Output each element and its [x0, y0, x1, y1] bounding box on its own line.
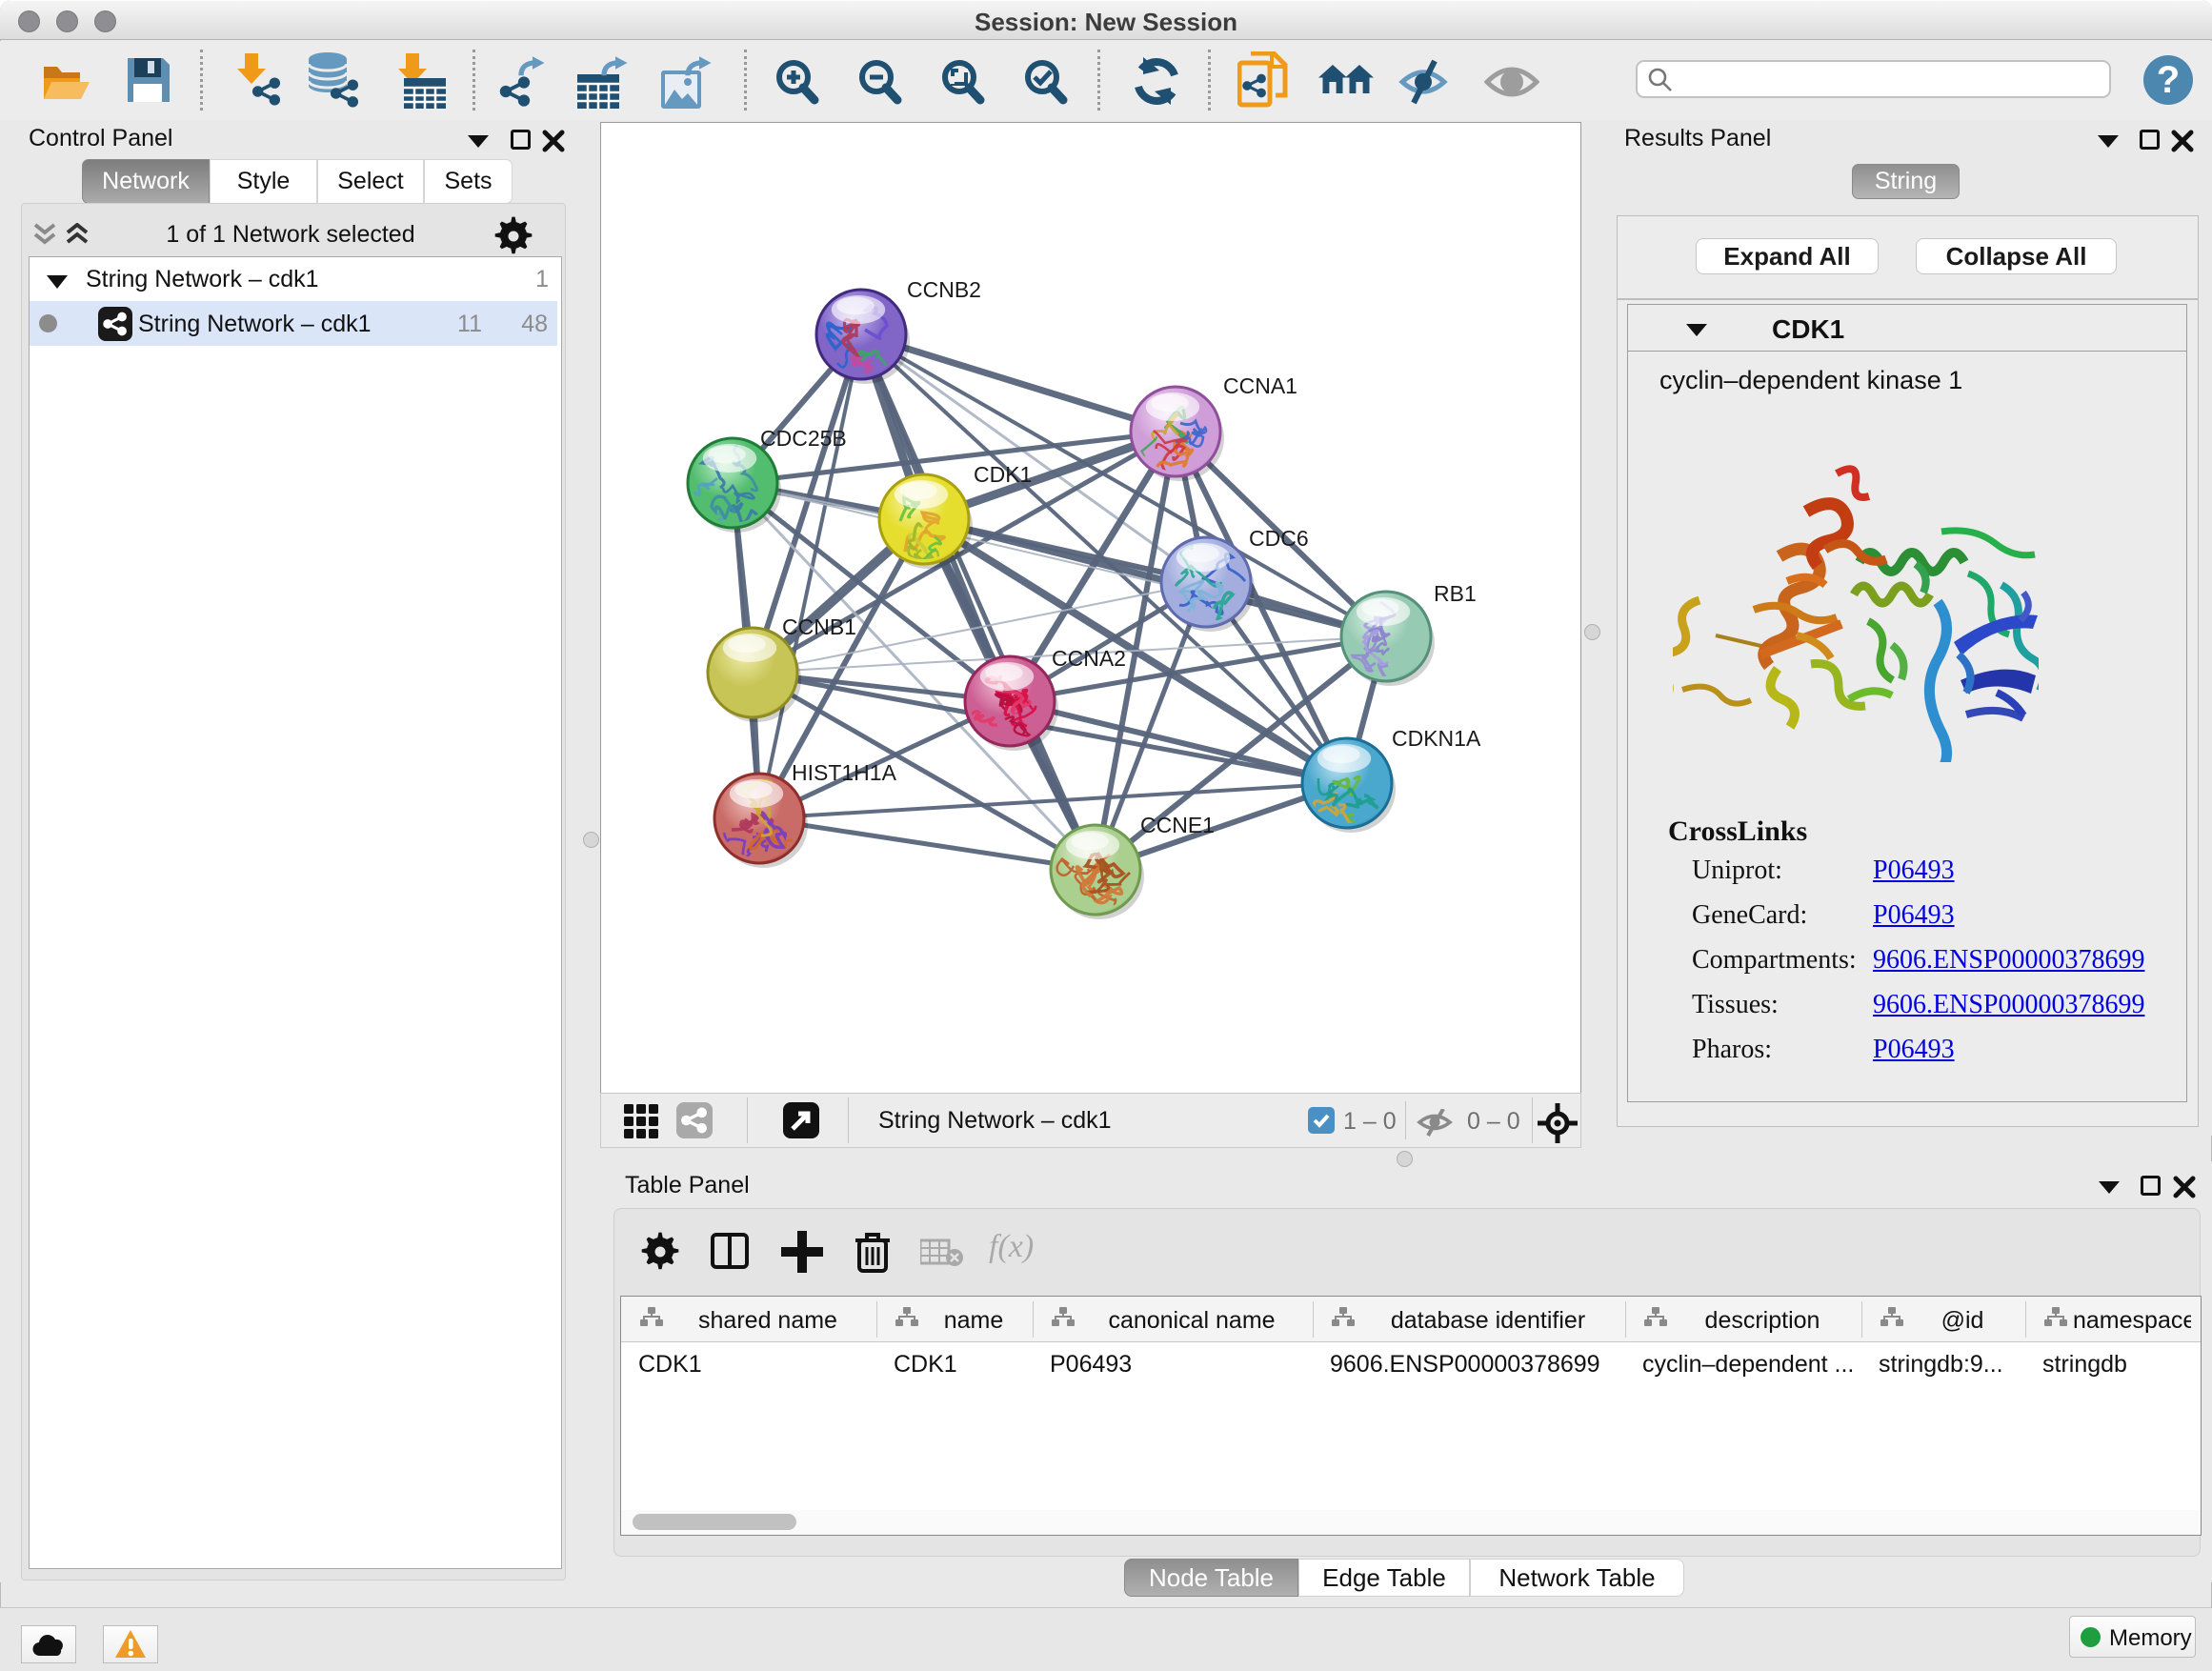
- svg-text:CCNA2: CCNA2: [1052, 646, 1126, 671]
- svg-text:HIST1H1A: HIST1H1A: [792, 760, 897, 785]
- svg-text:CCNB1: CCNB1: [782, 614, 856, 639]
- svg-text:CDC25B: CDC25B: [760, 426, 847, 451]
- svg-text:RB1: RB1: [1434, 581, 1477, 606]
- svg-text:CCNB2: CCNB2: [907, 277, 981, 302]
- svg-text:CDKN1A: CDKN1A: [1392, 726, 1481, 751]
- svg-text:CCNA1: CCNA1: [1223, 373, 1297, 398]
- svg-text:CDK1: CDK1: [974, 462, 1032, 487]
- svg-text:CDC6: CDC6: [1249, 526, 1309, 551]
- svg-text:CCNE1: CCNE1: [1140, 813, 1215, 837]
